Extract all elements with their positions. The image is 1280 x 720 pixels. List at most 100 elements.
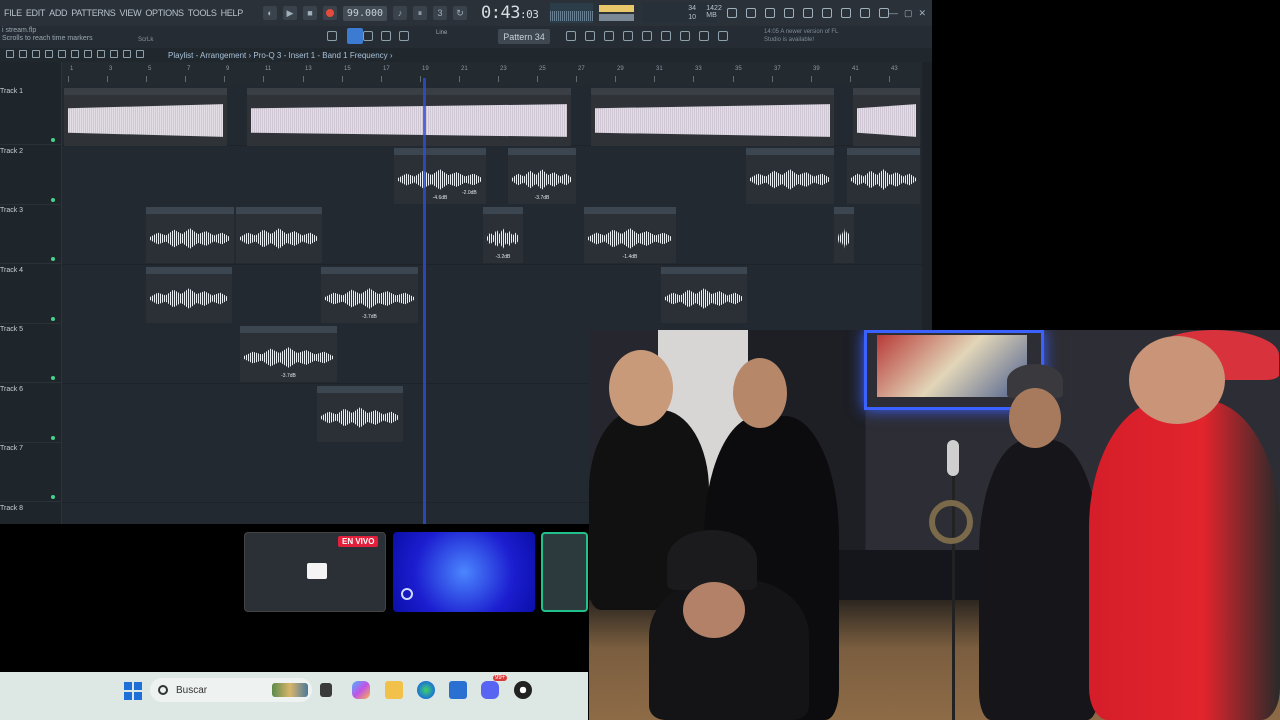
menu-help[interactable]: HELP	[219, 8, 245, 18]
track-label[interactable]: Track 2	[0, 148, 23, 155]
delete-icon[interactable]	[58, 50, 66, 58]
file-explorer-icon[interactable]	[385, 681, 403, 699]
audio-clip[interactable]: baet 99 f minorr	[591, 88, 834, 146]
speaker-icon[interactable]	[136, 50, 144, 58]
tempo-display[interactable]: 99.000	[342, 5, 388, 21]
audio-clip[interactable]: stream_2026_..22_Insert 5	[317, 386, 403, 442]
copilot-icon[interactable]	[352, 681, 370, 699]
brush-icon[interactable]	[363, 31, 373, 41]
refresh-icon[interactable]	[726, 8, 737, 18]
audio-clip[interactable]: str..rt 5 -3.7dB	[508, 148, 576, 204]
track-enable-dot[interactable]	[51, 138, 55, 142]
pencil-icon[interactable]	[32, 50, 40, 58]
menu-tools[interactable]: TOOLS	[186, 8, 219, 18]
save-icon[interactable]	[802, 8, 813, 18]
discord-icon[interactable]	[481, 681, 499, 699]
window-preview-partial[interactable]	[541, 532, 588, 612]
audio-clip[interactable]: stream_2026_..-51_Insert 5 -1.4dB	[584, 207, 676, 263]
audio-clip[interactable]: strea..ert 5 -3.2dB	[483, 207, 523, 263]
menu-add[interactable]: ADD	[47, 8, 69, 18]
render-icon[interactable]	[821, 8, 832, 18]
audio-clip[interactable]: stream_2026_..22_Insert 5	[236, 207, 322, 263]
track-enable-dot[interactable]	[51, 257, 55, 261]
menu-view[interactable]: VIEW	[118, 8, 144, 18]
audio-clip[interactable]: stream_2026_..26_Insert	[746, 148, 834, 204]
magnet-icon[interactable]	[19, 50, 27, 58]
audio-clip[interactable]: s..5	[834, 207, 854, 263]
audio-clip[interactable]: stream_2026_26_Insert 5	[146, 267, 232, 323]
arrow-tool-active[interactable]	[347, 28, 363, 44]
track-row[interactable]: Track 4	[0, 265, 922, 324]
pattern-song-toggle[interactable]: ◐	[262, 6, 277, 20]
track-label[interactable]: Track 3	[0, 207, 23, 214]
menu-patterns[interactable]: PATTERNS	[69, 8, 117, 18]
loop-record-icon[interactable]: ↻	[453, 6, 468, 20]
audio-clip[interactable]: stream_2026_..24_Insert 5	[146, 207, 234, 263]
download-icon[interactable]	[878, 8, 889, 18]
close-icon[interactable]: ✕	[918, 8, 926, 19]
audio-clip[interactable]: baet 99 f minorr	[247, 88, 571, 146]
menu-edit[interactable]: EDIT	[24, 8, 47, 18]
track-label[interactable]: Track 5	[0, 326, 23, 333]
news-panel[interactable]: 14:05 A newer version of FL Studio is av…	[764, 28, 844, 44]
audio-clip[interactable]: stream_20.._Insert	[847, 148, 920, 204]
track-row[interactable]: Track 3	[0, 205, 922, 264]
audio-clip[interactable]: stream_2026_..-22_Insert 5	[661, 267, 747, 323]
zoom-icon[interactable]	[123, 50, 131, 58]
touch-icon[interactable]	[661, 31, 671, 41]
track-label[interactable]: Track 7	[0, 445, 23, 452]
task-view-icon[interactable]	[320, 683, 332, 697]
track-enable-dot[interactable]	[51, 376, 55, 380]
track-label[interactable]: Track 1	[0, 88, 23, 95]
audio-clip[interactable]: baet 99 f minorr	[64, 88, 227, 146]
help-icon[interactable]	[783, 8, 794, 18]
track-enable-dot[interactable]	[51, 436, 55, 440]
plugin-icon[interactable]	[642, 31, 652, 41]
rec-icon[interactable]	[718, 31, 728, 41]
store-icon[interactable]	[449, 681, 467, 699]
paint-icon[interactable]	[45, 50, 53, 58]
obs-icon[interactable]	[514, 681, 532, 699]
mute-icon[interactable]	[71, 50, 79, 58]
windows-start-icon[interactable]	[124, 682, 142, 700]
cloud-icon[interactable]	[859, 8, 870, 18]
track-enable-dot[interactable]	[51, 317, 55, 321]
select-icon[interactable]	[110, 50, 118, 58]
snap-label[interactable]: Line	[436, 30, 447, 36]
mixer-icon[interactable]	[585, 31, 595, 41]
window-preview-blue[interactable]	[393, 532, 535, 612]
audio-clip[interactable]: stream_2026_0..7-54_Insert 5 -3.7dB	[240, 326, 337, 382]
stamp-icon[interactable]	[399, 31, 409, 41]
edge-icon[interactable]	[417, 681, 435, 699]
stop-button[interactable]: ■	[302, 6, 317, 20]
timeline-ruler[interactable]: 1 3 5 7 9 11 13 15 17 19 21 23 25 27 29 31 33 35 37 39 41 43	[62, 62, 922, 86]
channel-rack-icon[interactable]	[566, 31, 576, 41]
cut-icon[interactable]	[745, 8, 756, 18]
track-enable-dot[interactable]	[51, 198, 55, 202]
menu-arrow-icon[interactable]	[6, 50, 14, 58]
link-icon[interactable]	[381, 31, 391, 41]
chat-icon[interactable]	[840, 8, 851, 18]
maximize-icon[interactable]: ▢	[904, 8, 913, 19]
countdown-icon[interactable]: 3	[433, 6, 448, 20]
scroll-lock-label[interactable]: ScrLk	[138, 37, 153, 43]
minimize-icon[interactable]: —	[889, 8, 898, 19]
track-enable-dot[interactable]	[51, 495, 55, 499]
playlist-icon[interactable]	[327, 31, 337, 41]
slice-icon[interactable]	[97, 50, 105, 58]
piano-icon[interactable]	[623, 31, 633, 41]
wait-icon[interactable]: ⏸	[413, 6, 428, 20]
menu-file[interactable]: FILE	[2, 8, 24, 18]
play-button[interactable]: ▶	[282, 6, 297, 20]
tool-icon[interactable]	[680, 31, 690, 41]
metronome-icon[interactable]: ♪	[393, 6, 408, 20]
track-label[interactable]: Track 6	[0, 386, 23, 393]
pattern-selector[interactable]: Pattern 34	[498, 29, 550, 44]
browser-icon[interactable]	[604, 31, 614, 41]
playlist-breadcrumb[interactable]: Playlist - Arrangement › Pro-Q 3 - Inser…	[168, 51, 393, 60]
taskbar-search[interactable]: Buscar	[150, 678, 312, 702]
slip-icon[interactable]	[84, 50, 92, 58]
track-label[interactable]: Track 8	[0, 505, 23, 512]
menu-options[interactable]: OPTIONS	[143, 8, 185, 18]
send-icon[interactable]	[699, 31, 709, 41]
